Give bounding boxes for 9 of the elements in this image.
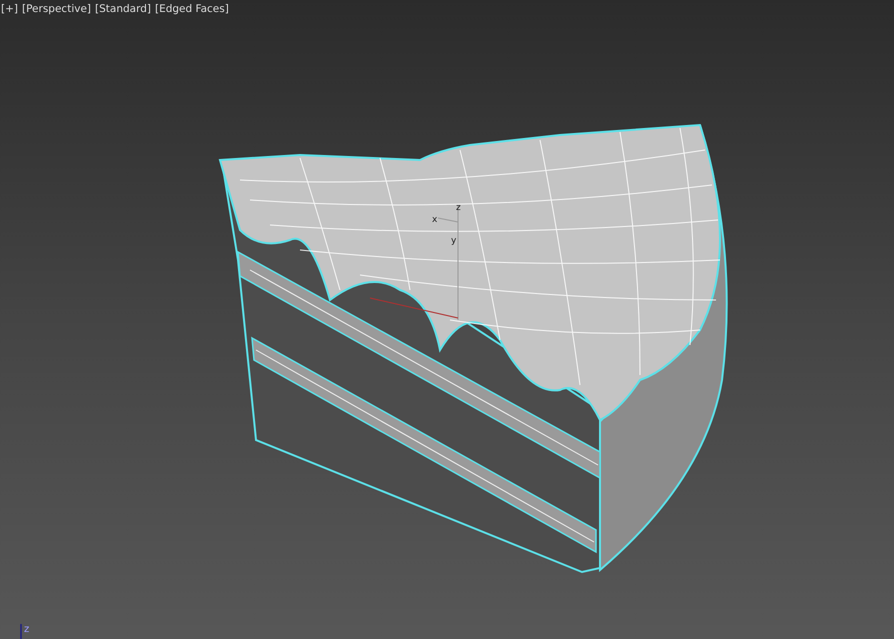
viewport-menu-label[interactable]: [Edged Faces] xyxy=(154,2,229,16)
axis-label: z xyxy=(24,624,30,635)
axis-label: x xyxy=(432,215,438,225)
axis-label: z xyxy=(456,203,461,213)
axis-label: y xyxy=(451,236,456,246)
viewport-menu-label[interactable]: [Perspective] xyxy=(22,2,92,16)
viewport-menu-label[interactable]: [+] xyxy=(1,2,18,16)
world-axis-icon xyxy=(20,624,22,639)
viewport-menu-label[interactable]: [Standard] xyxy=(95,2,151,16)
